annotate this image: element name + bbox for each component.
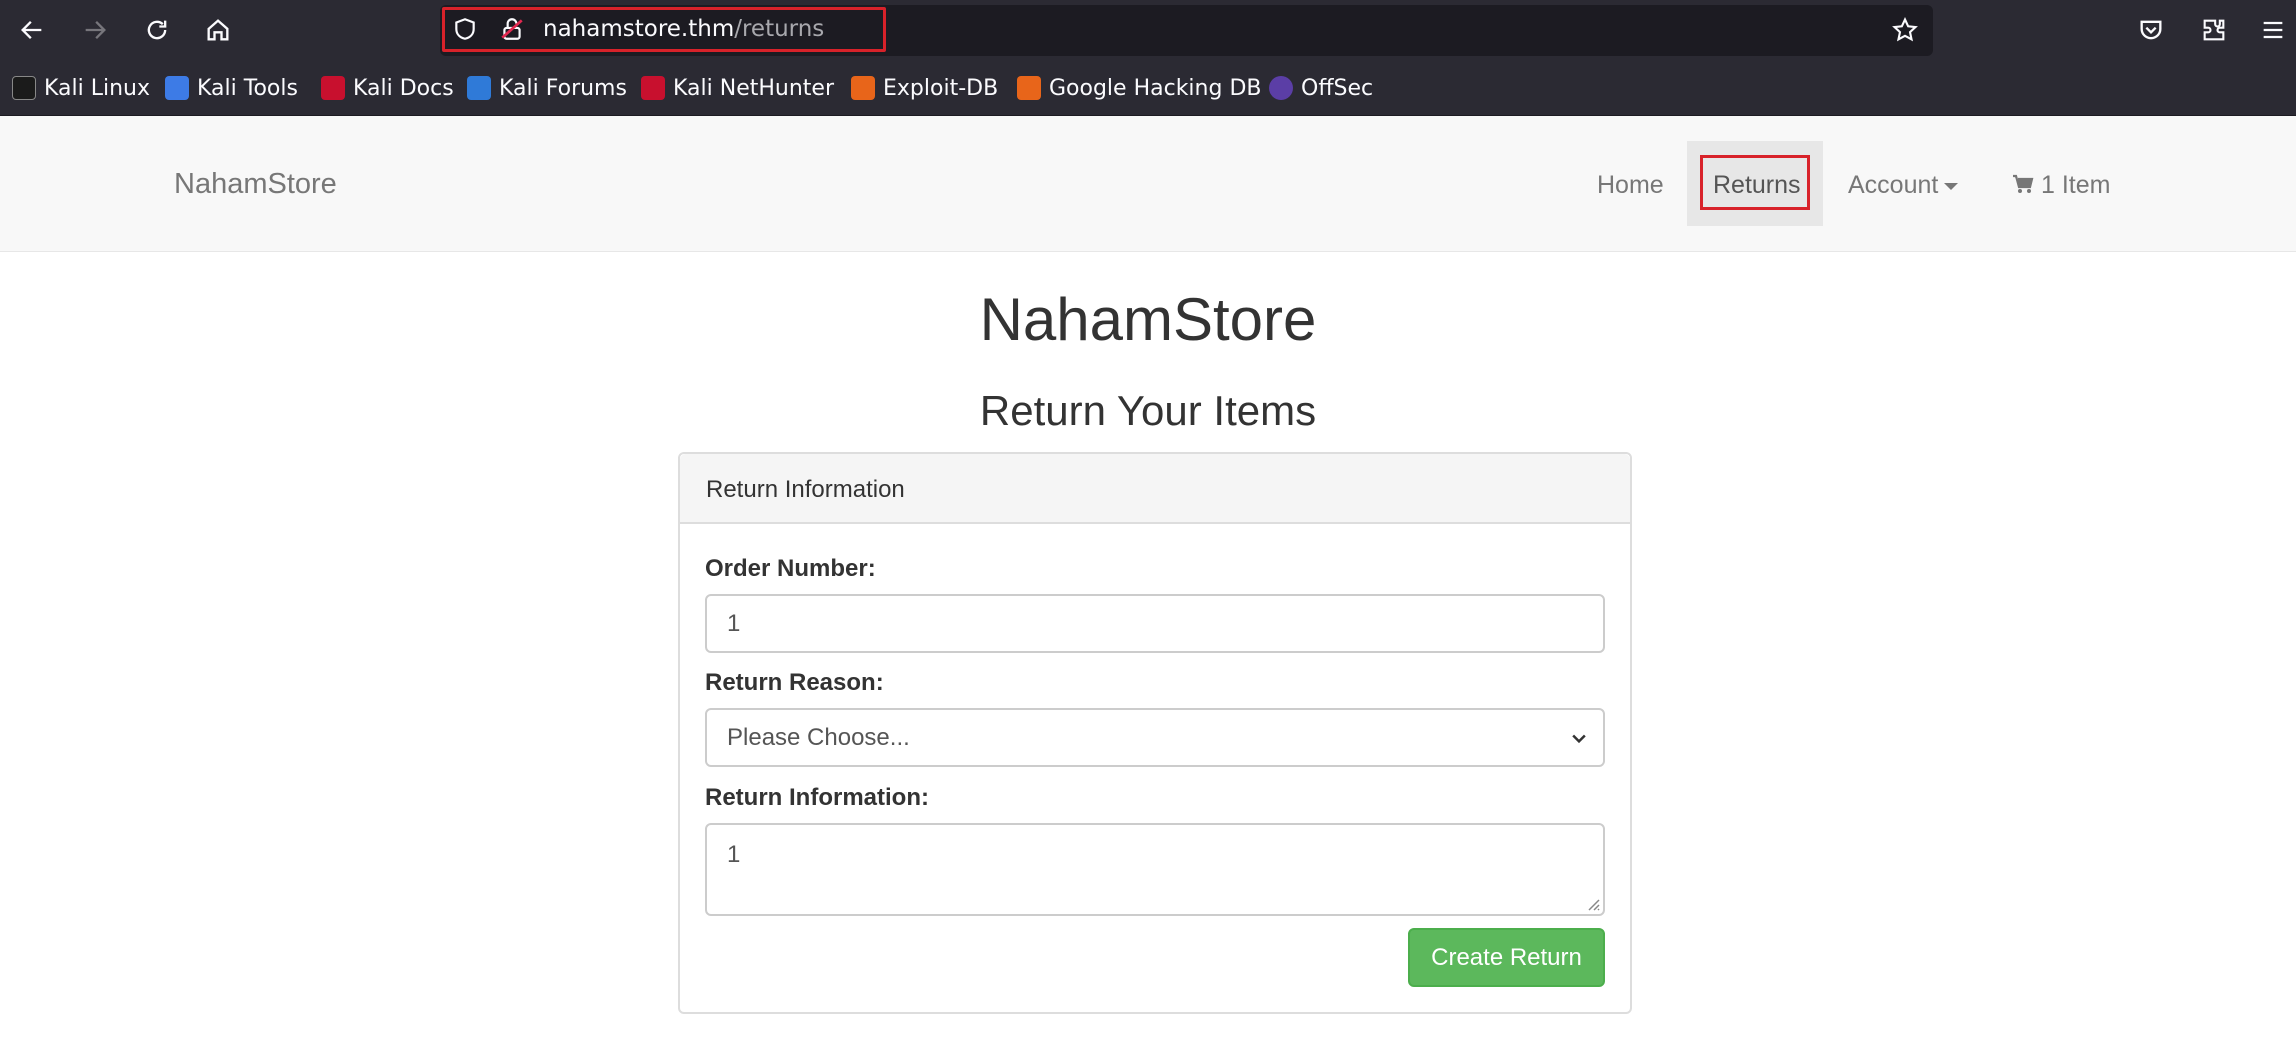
kali-docs-icon: [321, 76, 345, 100]
offsec-icon: [1269, 76, 1293, 100]
nethunter-icon: [641, 76, 665, 100]
cart-icon: [2013, 174, 2034, 193]
bookmark-kali-docs[interactable]: Kali Docs: [321, 72, 454, 104]
forward-arrow-icon[interactable]: [75, 10, 115, 50]
url-path: /returns: [734, 16, 825, 42]
url-host: nahamstore.thm: [543, 16, 735, 42]
kali-forums-icon: [467, 76, 491, 100]
bookmark-label: Kali NetHunter: [673, 75, 834, 101]
browser-toolbar: nahamstore.thm/returns: [0, 0, 2296, 60]
create-return-button[interactable]: Create Return: [1408, 928, 1605, 987]
bookmark-google-hacking-db[interactable]: Google Hacking DB: [1017, 72, 1261, 104]
bookmark-kali-tools[interactable]: Kali Tools: [165, 72, 298, 104]
bookmark-kali-linux[interactable]: Kali Linux: [12, 72, 150, 104]
bookmark-label: Kali Forums: [499, 75, 627, 101]
brand-link[interactable]: NahamStore: [174, 168, 337, 201]
nav-cart[interactable]: 1 Item: [2011, 168, 2110, 202]
bookmark-label: Kali Linux: [44, 75, 151, 101]
panel-heading: Return Information: [680, 454, 1630, 524]
bookmark-kali-forums[interactable]: Kali Forums: [467, 72, 627, 104]
bookmark-label: Kali Docs: [353, 75, 454, 101]
resize-handle-icon[interactable]: [1584, 895, 1600, 911]
kali-tools-icon: [165, 76, 189, 100]
nav-home[interactable]: Home: [1597, 168, 1664, 202]
order-number-input[interactable]: 1: [705, 594, 1605, 653]
extensions-icon[interactable]: [2194, 10, 2234, 50]
page-title: NahamStore: [979, 286, 1317, 353]
caret-down-icon: [1944, 182, 1959, 190]
bookmark-exploit-db[interactable]: Exploit-DB: [851, 72, 998, 104]
insecure-lock-icon[interactable]: [498, 15, 526, 43]
bookmark-label: Kali Tools: [197, 75, 298, 101]
shield-icon[interactable]: [451, 15, 479, 43]
order-number-label: Order Number:: [705, 555, 876, 582]
back-arrow-icon[interactable]: [12, 10, 52, 50]
home-icon[interactable]: [198, 10, 238, 50]
nav-account-label: Account: [1848, 171, 1939, 199]
return-reason-label: Return Reason:: [705, 669, 884, 696]
return-information-value: 1: [727, 841, 741, 868]
url-text[interactable]: nahamstore.thm/returns: [543, 14, 824, 44]
nav-cart-label: 1 Item: [2041, 171, 2111, 199]
return-reason-select[interactable]: Please Choose...: [705, 708, 1605, 767]
menu-hamburger-icon[interactable]: [2253, 10, 2293, 50]
pocket-icon[interactable]: [2131, 10, 2171, 50]
ghdb-icon: [1017, 76, 1041, 100]
bookmark-label: OffSec: [1301, 75, 1374, 101]
return-information-textarea[interactable]: 1: [705, 823, 1605, 916]
page-subtitle: Return Your Items: [979, 387, 1317, 434]
order-number-value: 1: [727, 609, 741, 637]
panel-title: Return Information: [706, 476, 905, 503]
reload-icon[interactable]: [137, 10, 177, 50]
bookmark-label: Google Hacking DB: [1049, 75, 1262, 101]
chevron-down-icon: [1572, 734, 1586, 743]
bookmark-kali-nethunter[interactable]: Kali NetHunter: [641, 72, 834, 104]
nav-returns[interactable]: Returns: [1713, 168, 1801, 202]
nav-account[interactable]: Account: [1848, 168, 1959, 202]
bookmark-star-icon[interactable]: [1885, 10, 1925, 50]
return-reason-value: Please Choose...: [727, 723, 910, 751]
kali-dragon-icon: [12, 76, 36, 100]
exploit-db-icon: [851, 76, 875, 100]
bookmark-label: Exploit-DB: [883, 75, 999, 101]
return-information-label: Return Information:: [705, 784, 929, 811]
bookmark-offsec[interactable]: OffSec: [1269, 72, 1373, 104]
